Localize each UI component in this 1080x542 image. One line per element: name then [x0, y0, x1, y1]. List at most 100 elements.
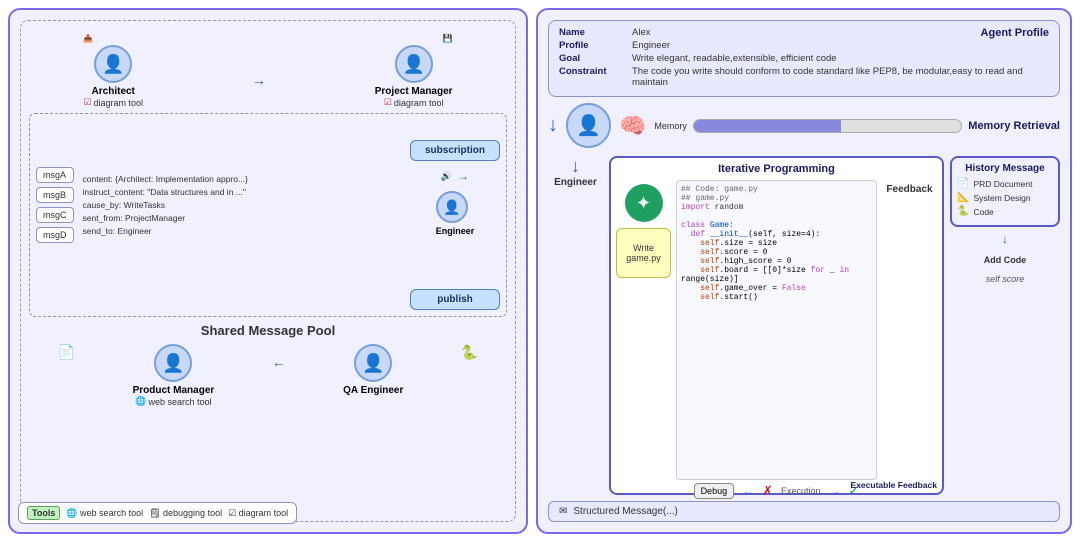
- web-icon: 🌐: [135, 396, 146, 407]
- cross-icon: ✗: [762, 483, 773, 499]
- arch-to-pm-arrow: →: [252, 52, 266, 108]
- prd-label: PRD Document: [973, 179, 1032, 189]
- pm-tool-label: diagram tool: [394, 98, 444, 108]
- qa-engineer-node: 👤 QA Engineer: [343, 344, 403, 407]
- architect-label: Architect: [92, 86, 135, 97]
- pm-save-icon: 💾: [443, 34, 453, 43]
- architect-tool-icon: ☑: [83, 97, 91, 108]
- code-line-12: self.start(): [681, 293, 872, 302]
- sysdesign-icon: 📐: [957, 192, 969, 203]
- profile-key: Profile: [559, 40, 624, 51]
- exec-right-arrow: →: [829, 484, 841, 498]
- product-manager-node: 👤 Product Manager 🌐 web search tool: [133, 344, 215, 407]
- memory-retrieval-label: Memory Retrieval: [968, 120, 1060, 132]
- code-line-8: self.high_score = 0: [681, 257, 872, 266]
- memory-label: Memory: [654, 121, 687, 131]
- code-line-10: range(size)]: [681, 275, 872, 284]
- product-manager-tool: web search tool: [149, 397, 212, 407]
- memory-bar-fill: [694, 120, 841, 132]
- engineer-main-avatar: 👤: [566, 103, 611, 148]
- pm-label: Project Manager: [375, 86, 453, 97]
- code-line-5: def __init__(self, size=4):: [681, 230, 872, 239]
- code-block: ## Code: game.py ## game.py import rando…: [676, 180, 877, 480]
- profile-table: NameAlex ProfileEngineer GoalWrite elega…: [559, 27, 1049, 88]
- brain-icon: 🧠: [619, 113, 646, 139]
- agent-profile: Agent Profile NameAlex ProfileEngineer G…: [548, 20, 1060, 97]
- msg-a: msgA: [36, 167, 74, 183]
- feedback-label: Feedback: [886, 184, 932, 195]
- constraint-key: Constraint: [559, 66, 624, 88]
- code-line-2: ## game.py: [681, 194, 872, 203]
- architect-upload-icon: 📤: [83, 34, 93, 43]
- history-code: 🐍 Code: [957, 206, 1053, 217]
- msg-c: msgC: [36, 207, 74, 223]
- project-manager-node: 💾 👤 Project Manager ☑ diagram tool: [375, 34, 453, 108]
- code-line-6: self.size = size: [681, 239, 872, 248]
- sysdesign-label: System Design: [973, 193, 1030, 203]
- left-panel: 📤 👤 Architect ☑ diagram tool →: [8, 8, 528, 534]
- message-list: msgA msgB msgC msgD: [36, 125, 74, 285]
- shared-message-pool-title: Shared Message Pool: [29, 323, 507, 338]
- structured-msg-text: Structured Message(...): [573, 506, 677, 517]
- audio-icon: 🔊: [441, 171, 452, 182]
- history-prd: 📄 PRD Document: [957, 178, 1053, 189]
- pm-tool-icon: ☑: [384, 97, 392, 108]
- web-search-item: 🌐 web search tool: [66, 508, 143, 519]
- right-panel: Agent Profile NameAlex ProfileEngineer G…: [536, 8, 1072, 534]
- pm-qa-arrow: ←: [272, 354, 286, 407]
- goal-val: Write elegant, readable,extensible, effi…: [632, 53, 1049, 64]
- product-manager-avatar: 👤: [154, 344, 192, 382]
- gpt-icon: ✦: [625, 184, 663, 222]
- debug-tool-item: 🗒 debugging tool: [149, 508, 222, 519]
- executable-feedback-label: Executable Feedback: [851, 480, 937, 490]
- engineer-down-arrow: ↓: [571, 156, 580, 177]
- history-title: History Message: [957, 163, 1053, 174]
- tools-label: Tools: [27, 506, 60, 520]
- architect-tool-label: diagram tool: [94, 98, 144, 108]
- subscription-box: subscription: [410, 140, 500, 161]
- memory-bar: [693, 119, 962, 133]
- architect-avatar: 👤: [94, 45, 132, 83]
- name-key: Name: [559, 27, 624, 38]
- add-code-label: Add Code: [950, 255, 1060, 265]
- right-arrow: →: [457, 169, 469, 183]
- message-content: content: {Architect: Implementation appr…: [79, 125, 405, 285]
- engineer-label: Engineer: [554, 177, 597, 188]
- code-icon: 🐍: [957, 206, 969, 217]
- bottom-agents: 📄 👤 Product Manager 🌐 web search tool ← …: [29, 344, 507, 407]
- code-line-3: import random: [681, 203, 872, 212]
- code-line-4: class Game:: [681, 221, 872, 230]
- code-line-11: self.game_over = False: [681, 284, 872, 293]
- profile-val: Engineer: [632, 40, 1049, 51]
- right-side-col: History Message 📄 PRD Document 📐 System …: [950, 156, 1060, 495]
- code-line-7: self.score = 0: [681, 248, 872, 257]
- engineer-right-label: 👤 Engineer: [436, 191, 475, 236]
- msg-line5: send_to: Engineer: [83, 226, 401, 236]
- msg-line1: content: {Architect: Implementation appr…: [83, 174, 401, 184]
- debug-left-arrow: ←: [742, 484, 754, 498]
- engineer-avatar-small: 👤: [436, 191, 468, 223]
- msg-line4: sent_from: ProjectManager: [83, 213, 401, 223]
- pdf-icon: 📄: [58, 344, 75, 361]
- msg-b: msgB: [36, 187, 74, 203]
- publish-box: publish: [410, 289, 500, 310]
- structured-message: ✉ Structured Message(...): [548, 501, 1060, 522]
- iterative-programming-box: Iterative Programming ✦ Write game.py ##…: [609, 156, 944, 495]
- email-icon: ✉: [559, 506, 567, 517]
- qa-label: QA Engineer: [343, 385, 403, 396]
- write-game-btn: Write game.py: [616, 228, 671, 278]
- goal-key: Goal: [559, 53, 624, 64]
- history-sysdesign: 📐 System Design: [957, 192, 1053, 203]
- product-manager-label: Product Manager: [133, 385, 215, 396]
- pm-avatar: 👤: [395, 45, 433, 83]
- feedback-col: Feedback: [882, 180, 937, 480]
- prd-icon: 📄: [957, 178, 969, 189]
- code-line-9: self.board = [[0]*size for _ in: [681, 266, 872, 275]
- work-area: ↓ Engineer Iterative Programming ✦ Write…: [548, 156, 1060, 495]
- memory-section: ↓ 👤 🧠 Memory Memory Retrieval: [548, 103, 1060, 148]
- qa-avatar: 👤: [354, 344, 392, 382]
- tools-legend: Tools 🌐 web search tool 🗒 debugging tool…: [18, 502, 297, 524]
- code-line-1: ## Code: game.py: [681, 185, 872, 194]
- diagram-tool-item: ☑ diagram tool: [228, 508, 288, 519]
- msg-line2: instruct_content: "Data structures and i…: [83, 187, 401, 197]
